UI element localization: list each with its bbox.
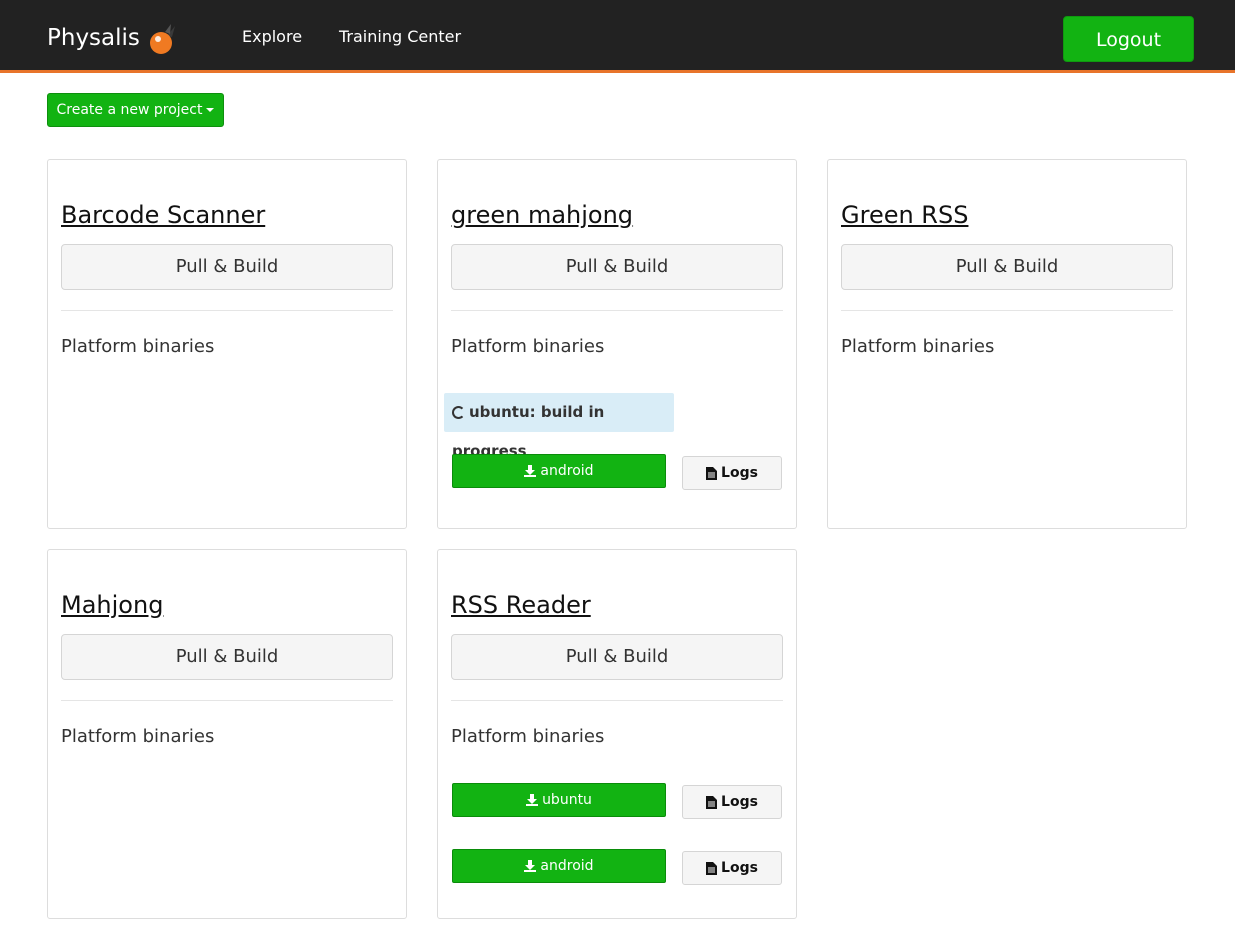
platform-binaries-label: Platform binaries bbox=[61, 336, 215, 357]
spinner-icon bbox=[452, 406, 465, 419]
pull-build-button[interactable]: Pull & Build bbox=[841, 244, 1173, 290]
download-ubuntu-button[interactable]: ubuntu bbox=[452, 783, 666, 817]
pull-build-button[interactable]: Pull & Build bbox=[61, 244, 393, 290]
download-icon bbox=[524, 860, 537, 872]
logout-button[interactable]: Logout bbox=[1063, 16, 1194, 62]
nav-training-center[interactable]: Training Center bbox=[339, 27, 461, 47]
pull-build-button[interactable]: Pull & Build bbox=[451, 634, 783, 680]
download-android-button[interactable]: android bbox=[452, 849, 666, 883]
divider bbox=[61, 700, 393, 701]
project-card: Barcode Scanner Pull & Build Platform bi… bbox=[47, 159, 407, 529]
project-title[interactable]: Green RSS bbox=[841, 200, 968, 230]
nav-explore[interactable]: Explore bbox=[242, 27, 302, 47]
download-label: ubuntu bbox=[542, 792, 592, 808]
download-android-button[interactable]: android bbox=[452, 454, 666, 488]
download-label: android bbox=[540, 463, 594, 479]
logs-button[interactable]: Logs bbox=[682, 851, 782, 885]
file-icon bbox=[706, 861, 718, 875]
logs-label: Logs bbox=[721, 860, 758, 876]
download-icon bbox=[524, 465, 537, 477]
project-card: Green RSS Pull & Build Platform binaries bbox=[827, 159, 1187, 529]
top-navbar: Physalis Explore Training Center Logout bbox=[0, 0, 1235, 73]
pull-build-button[interactable]: Pull & Build bbox=[61, 634, 393, 680]
divider bbox=[61, 310, 393, 311]
logs-label: Logs bbox=[721, 465, 758, 481]
platform-binaries-label: Platform binaries bbox=[451, 726, 605, 747]
project-title[interactable]: RSS Reader bbox=[451, 590, 591, 620]
platform-binaries-label: Platform binaries bbox=[61, 726, 215, 747]
divider bbox=[451, 700, 783, 701]
project-card: RSS Reader Pull & Build Platform binarie… bbox=[437, 549, 797, 919]
project-card: green mahjong Pull & Build Platform bina… bbox=[437, 159, 797, 529]
download-icon bbox=[526, 794, 539, 806]
project-title[interactable]: Mahjong bbox=[61, 590, 163, 620]
project-title[interactable]: Barcode Scanner bbox=[61, 200, 265, 230]
brand-name[interactable]: Physalis bbox=[47, 24, 140, 52]
build-status-badge: ubuntu: build in progress bbox=[444, 393, 674, 460]
create-project-button[interactable]: Create a new project bbox=[47, 93, 224, 127]
logs-button[interactable]: Logs bbox=[682, 785, 782, 819]
platform-binaries-label: Platform binaries bbox=[841, 336, 995, 357]
pull-build-button[interactable]: Pull & Build bbox=[451, 244, 783, 290]
download-label: android bbox=[540, 858, 594, 874]
project-card: Mahjong Pull & Build Platform binaries bbox=[47, 549, 407, 919]
divider bbox=[451, 310, 783, 311]
divider bbox=[841, 310, 1173, 311]
project-title[interactable]: green mahjong bbox=[451, 200, 633, 230]
caret-down-icon bbox=[206, 108, 215, 112]
file-icon bbox=[706, 795, 718, 809]
logs-button[interactable]: Logs bbox=[682, 456, 782, 490]
create-project-label: Create a new project bbox=[56, 102, 203, 118]
physalis-logo-icon[interactable] bbox=[145, 22, 179, 56]
file-icon bbox=[706, 466, 718, 480]
build-status-text: ubuntu: build in progress bbox=[452, 403, 605, 460]
platform-binaries-label: Platform binaries bbox=[451, 336, 605, 357]
logs-label: Logs bbox=[721, 794, 758, 810]
